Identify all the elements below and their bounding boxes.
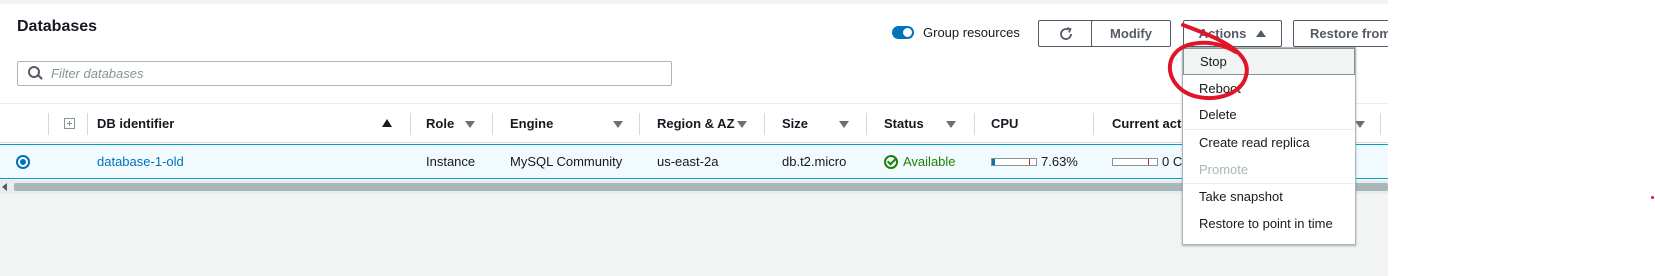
cpu-value: 7.63% (1041, 154, 1078, 169)
column-separator (492, 113, 493, 135)
refresh-button[interactable] (1038, 20, 1094, 47)
region-cell: us-east-2a (657, 154, 719, 169)
current-activity-value: 0 C (1162, 154, 1183, 169)
refresh-icon (1060, 26, 1072, 40)
actions-button[interactable]: Actions (1183, 20, 1282, 47)
cpu-threshold-marker (1029, 158, 1030, 165)
status-text: Available (903, 154, 956, 169)
sort-icon[interactable] (613, 121, 623, 128)
size-cell: db.t2.micro (782, 154, 847, 169)
column-separator (866, 113, 867, 135)
check-circle-icon (884, 154, 898, 169)
sort-icon[interactable] (946, 121, 956, 128)
filter-databases-search[interactable]: Filter databases (17, 61, 672, 86)
column-header-region-az[interactable]: Region & AZ (657, 104, 735, 143)
search-icon (27, 65, 45, 83)
menu-item-create-read-replica[interactable]: Create read replica (1183, 129, 1355, 156)
red-dot-annotation (1651, 196, 1654, 199)
sort-icon[interactable] (1355, 121, 1365, 128)
cpu-cell: 7.63% (991, 145, 1078, 178)
databases-panel: Databases Group resources Modify Actions… (0, 0, 1388, 276)
status-cell: Available (884, 145, 956, 178)
toggle-switch[interactable] (892, 26, 914, 39)
activity-threshold-marker (1148, 158, 1149, 165)
scroll-left-icon[interactable] (2, 183, 7, 191)
page-title: Databases (17, 18, 98, 35)
cpu-bar (991, 157, 1037, 166)
column-separator (764, 113, 765, 135)
modify-button[interactable]: Modify (1091, 20, 1171, 47)
cpu-bar-fill (992, 158, 996, 165)
restore-button[interactable]: Restore from (1293, 20, 1388, 47)
menu-item-delete[interactable]: Delete (1183, 101, 1355, 128)
current-activity-cell: 0 C (1112, 145, 1182, 178)
table-header: DB identifier Role Engine Region & AZ Si… (0, 103, 1388, 143)
column-header-size[interactable]: Size (782, 104, 808, 143)
menu-item-take-snapshot[interactable]: Take snapshot (1183, 183, 1355, 210)
column-separator (1380, 113, 1381, 135)
column-header-engine[interactable]: Engine (510, 104, 553, 143)
menu-item-restore-to-point-in-time[interactable]: Restore to point in time (1183, 210, 1355, 237)
sort-icon[interactable] (737, 121, 747, 128)
horizontal-scrollbar[interactable] (0, 180, 1388, 194)
sort-icon[interactable] (839, 121, 849, 128)
column-header-cpu[interactable]: CPU (991, 104, 1018, 143)
sort-icon[interactable] (465, 121, 475, 128)
table-row[interactable]: database-1-old Instance MySQL Community … (0, 144, 1388, 179)
expand-all-icon[interactable] (64, 118, 75, 129)
role-cell: Instance (426, 154, 476, 169)
column-separator (974, 113, 975, 135)
engine-cell: MySQL Community (510, 154, 623, 169)
menu-item-stop[interactable]: Stop (1183, 48, 1355, 75)
menu-item-reboot[interactable]: Reboot (1183, 75, 1355, 102)
column-header-current-activity[interactable]: Current act (1112, 104, 1181, 143)
page-background (0, 186, 1388, 276)
column-separator (639, 113, 640, 135)
top-divider (0, 0, 1388, 4)
row-select-radio[interactable] (16, 155, 30, 169)
actions-dropdown-menu: Stop Reboot Delete Create read replica P… (1182, 47, 1356, 245)
group-resources-label: Group resources (923, 25, 1020, 40)
column-separator (48, 113, 49, 135)
db-identifier-link[interactable]: database-1-old (97, 145, 184, 178)
column-header-role[interactable]: Role (426, 104, 454, 143)
actions-label: Actions (1198, 26, 1247, 41)
caret-up-icon (1256, 30, 1267, 37)
menu-item-promote: Promote (1199, 162, 1249, 177)
column-separator (87, 113, 88, 135)
sort-ascending-icon[interactable] (382, 119, 392, 127)
column-separator (1093, 113, 1094, 135)
group-resources-toggle[interactable]: Group resources (892, 25, 1020, 40)
column-separator (410, 113, 411, 135)
toggle-knob (903, 28, 912, 37)
column-header-status[interactable]: Status (884, 104, 924, 143)
activity-bar (1112, 157, 1158, 166)
search-input[interactable]: Filter databases (51, 66, 144, 81)
column-header-db-identifier[interactable]: DB identifier (97, 104, 174, 143)
